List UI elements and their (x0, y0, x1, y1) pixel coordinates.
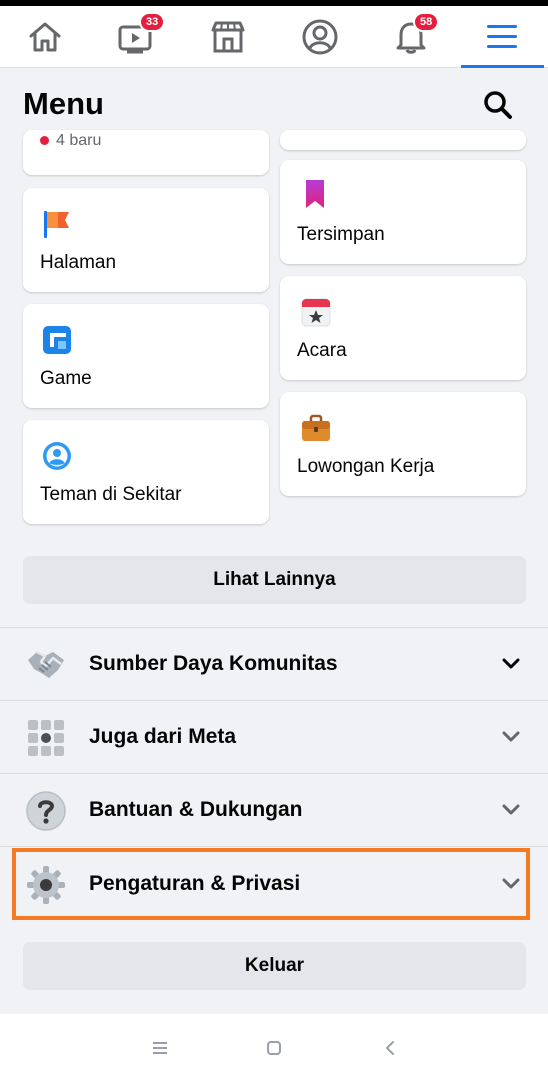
briefcase-icon (302, 414, 330, 441)
home-icon (29, 22, 61, 51)
shortcut-card-jobs[interactable]: Lowongan Kerja (280, 392, 526, 496)
nav-watch-tab[interactable]: 33 (101, 6, 171, 67)
back-button[interactable] (378, 1036, 402, 1060)
nav-menu-tab[interactable] (467, 6, 537, 67)
chevron-down-icon (502, 731, 520, 742)
nav-home-tab[interactable] (10, 6, 80, 67)
home-button[interactable] (262, 1036, 286, 1060)
flag-icon (44, 211, 69, 238)
page-title: Menu (23, 86, 104, 121)
square-home-icon (267, 1041, 281, 1055)
handshake-icon (28, 650, 64, 678)
nav-notifications-tab[interactable]: 58 (376, 6, 446, 67)
calendar-star-icon (301, 298, 331, 327)
new-count-text: 4 baru (56, 132, 102, 149)
shortcut-label-pages: Halaman (40, 252, 117, 273)
question-icon (26, 791, 66, 831)
shortcut-label-saved: Tersimpan (297, 224, 385, 245)
chevron-down-icon (502, 804, 520, 815)
nav-profile-tab[interactable] (285, 6, 355, 67)
see-more-button[interactable]: Lihat Lainnya (23, 556, 526, 604)
shortcut-card-events[interactable]: Acara (280, 276, 526, 380)
recent-apps-button[interactable] (148, 1036, 172, 1060)
section-label-community-resources: Sumber Daya Komunitas (89, 652, 338, 675)
watch-badge: 33 (139, 12, 166, 32)
section-label-settings-privacy: Pengaturan & Privasi (89, 872, 301, 895)
chevron-down-icon (502, 878, 520, 889)
section-also-from-meta[interactable]: Juga dari Meta (0, 701, 548, 773)
search-icon (484, 91, 512, 119)
section-label-also-from-meta: Juga dari Meta (89, 725, 237, 748)
store-icon (211, 21, 245, 52)
active-tab-indicator (461, 65, 544, 68)
divider (0, 846, 548, 847)
back-icon (385, 1041, 394, 1055)
shortcut-label-nearby-friends: Teman di Sekitar (40, 484, 182, 505)
hamburger-menu-icon (487, 24, 517, 48)
top-navigation-bar: 33 58 (0, 6, 548, 68)
shortcut-card-saved[interactable]: Tersimpan (280, 160, 526, 264)
logout-button[interactable]: Keluar (23, 942, 526, 990)
shortcut-card-nearby-friends[interactable]: Teman di Sekitar (23, 420, 269, 524)
nav-marketplace-tab[interactable] (193, 6, 263, 67)
shortcut-card-partial-right[interactable] (280, 130, 526, 150)
shortcut-card-pages[interactable]: Halaman (23, 188, 269, 292)
profile-icon (302, 19, 338, 54)
shortcut-label-events: Acara (297, 340, 347, 361)
notifications-badge: 58 (413, 12, 440, 32)
section-settings-privacy[interactable]: Pengaturan & Privasi (0, 848, 548, 920)
bookmark-icon (306, 180, 324, 208)
shortcut-label-jobs: Lowongan Kerja (297, 456, 435, 477)
shortcut-card-partial-left[interactable]: 4 baru (23, 130, 269, 175)
nearby-friends-icon (43, 442, 71, 470)
shortcut-label-game: Game (40, 368, 92, 389)
shortcut-card-game[interactable]: Game (23, 304, 269, 408)
system-navigation-bar (0, 1014, 548, 1080)
section-help-support[interactable]: Bantuan & Dukungan (0, 774, 548, 846)
gear-icon (27, 866, 65, 904)
search-button[interactable] (480, 87, 516, 123)
grid-apps-icon (28, 720, 64, 756)
section-label-help-support: Bantuan & Dukungan (89, 798, 303, 821)
new-dot (40, 136, 49, 145)
game-icon (43, 326, 71, 354)
section-community-resources[interactable]: Sumber Daya Komunitas (0, 628, 548, 700)
chevron-down-icon (502, 658, 520, 669)
recent-apps-icon (153, 1042, 167, 1054)
